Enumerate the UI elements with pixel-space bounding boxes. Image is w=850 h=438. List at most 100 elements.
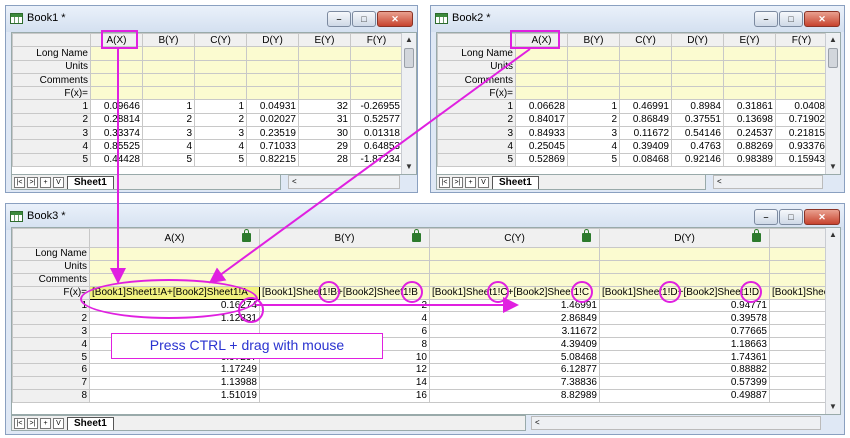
data-cell[interactable]: 12 [259, 363, 430, 377]
row-header[interactable]: 3 [437, 126, 516, 141]
data-cell[interactable]: 0.77665 [599, 324, 770, 339]
label-cell[interactable] [89, 247, 260, 261]
row-header[interactable]: 7 [12, 375, 90, 390]
sheet-tab-sheet1[interactable]: Sheet1 [67, 416, 114, 430]
label-row-header[interactable]: Comments [12, 272, 90, 287]
label-row-header[interactable]: Comments [12, 72, 91, 88]
label-row-header[interactable]: Long Name [12, 46, 91, 61]
data-cell[interactable]: 6.12877 [429, 363, 600, 377]
first-sheet-icon[interactable]: |< [14, 176, 25, 188]
data-cell[interactable]: 0.37551 [671, 112, 724, 128]
data-cell[interactable]: 0.09646 [90, 99, 143, 114]
label-cell[interactable] [671, 46, 724, 61]
label-cell[interactable] [515, 86, 568, 101]
label-cell[interactable] [671, 86, 724, 101]
data-cell[interactable]: 3 [567, 126, 620, 141]
data-cell[interactable]: 5.08468 [429, 350, 600, 365]
data-cell[interactable]: 0.28814 [90, 112, 143, 128]
scroll-thumb[interactable] [828, 48, 838, 68]
column-header[interactable]: F(Y) [775, 33, 828, 48]
data-cell[interactable]: 0.71902 [775, 112, 828, 128]
column-header[interactable]: F(Y) [350, 33, 403, 48]
data-cell[interactable]: 0.8984 [671, 99, 724, 114]
data-cell[interactable]: 0.46991 [619, 99, 672, 114]
row-header[interactable]: 1 [437, 99, 516, 114]
row-header[interactable]: 2 [12, 112, 91, 128]
label-cell[interactable] [567, 86, 620, 101]
data-cell[interactable]: 0.52869 [515, 152, 568, 167]
book2-sheet[interactable]: A(X) B(Y) C(Y) D(Y) E(Y) F(Y) Long Name Units Co… [436, 32, 841, 175]
data-cell[interactable]: 0.64853 [350, 139, 403, 154]
column-header[interactable]: C(Y) [194, 33, 247, 48]
label-cell[interactable] [89, 259, 260, 274]
data-cell[interactable]: 4 [194, 139, 247, 154]
data-cell[interactable]: 0.15943 [775, 152, 828, 167]
close-button[interactable]: ✕ [804, 11, 840, 27]
label-cell[interactable] [567, 46, 620, 61]
first-sheet-icon[interactable]: |< [439, 176, 450, 188]
column-header[interactable]: D(Y) [246, 33, 299, 48]
column-header[interactable]: D(Y) [671, 33, 724, 48]
vertical-scrollbar[interactable]: ▲ ▼ [825, 228, 840, 414]
data-cell[interactable]: 31 [298, 112, 351, 128]
label-cell[interactable] [194, 59, 247, 74]
data-cell[interactable]: 0.39409 [619, 139, 672, 154]
data-cell[interactable]: 0.39578 [599, 311, 770, 326]
label-cell[interactable] [142, 72, 195, 88]
maximize-button[interactable]: □ [779, 209, 803, 225]
data-cell[interactable]: 16 [259, 388, 430, 403]
label-cell[interactable] [723, 59, 776, 74]
data-cell[interactable]: 3 [194, 126, 247, 141]
label-row-header[interactable]: F(x)= [12, 86, 91, 101]
first-sheet-icon[interactable]: |< [14, 417, 25, 429]
label-cell[interactable] [429, 259, 600, 274]
label-cell[interactable] [567, 59, 620, 74]
label-cell[interactable] [298, 46, 351, 61]
scroll-up-icon[interactable]: ▲ [826, 228, 840, 242]
label-cell[interactable] [775, 72, 828, 88]
label-cell[interactable] [350, 46, 403, 61]
data-cell[interactable]: 0.85525 [90, 139, 143, 154]
row-header[interactable]: 5 [12, 152, 91, 167]
row-header[interactable]: 8 [12, 388, 90, 403]
data-cell[interactable]: 3.11672 [429, 324, 600, 339]
data-cell[interactable]: 0.82215 [246, 152, 299, 167]
column-header[interactable]: B(Y) [567, 33, 620, 48]
data-cell[interactable]: 29 [298, 139, 351, 154]
column-header[interactable]: B(Y) [142, 33, 195, 48]
book2-titlebar[interactable]: Book2 * – □ ✕ [431, 6, 844, 32]
data-cell[interactable]: 30 [298, 126, 351, 141]
data-cell[interactable]: -1.87234 [350, 152, 403, 167]
book3-sheet[interactable]: A(X) B(Y) C(Y) D(Y) Long Name Units Comments F(… [11, 227, 841, 415]
column-header[interactable]: A(X) [89, 228, 260, 248]
data-cell[interactable]: -0.26955 [350, 99, 403, 114]
data-cell[interactable]: 0.44428 [90, 152, 143, 167]
label-row-header[interactable]: Long Name [12, 247, 90, 261]
row-header[interactable]: 5 [437, 152, 516, 167]
horizontal-scrollbar[interactable]: < [288, 175, 400, 189]
data-cell[interactable]: 0.88269 [723, 139, 776, 154]
data-cell[interactable]: 0.01318 [350, 126, 403, 141]
data-cell[interactable]: 0.25045 [515, 139, 568, 154]
book2-grid[interactable]: A(X) B(Y) C(Y) D(Y) E(Y) F(Y) Long Name Units Co… [437, 33, 828, 167]
label-cell[interactable] [259, 247, 430, 261]
minimize-button[interactable]: – [754, 11, 778, 27]
label-cell[interactable] [515, 59, 568, 74]
data-cell[interactable]: 0.31861 [723, 99, 776, 114]
vertical-scrollbar[interactable]: ▲ ▼ [825, 33, 840, 174]
column-header[interactable]: C(Y) [429, 228, 600, 248]
data-cell[interactable]: 0.54146 [671, 126, 724, 141]
vertical-scrollbar[interactable]: ▲ ▼ [401, 33, 416, 174]
row-header[interactable]: 4 [437, 139, 516, 154]
label-cell[interactable] [775, 46, 828, 61]
data-cell[interactable]: 1.18663 [599, 337, 770, 352]
label-cell[interactable] [142, 59, 195, 74]
data-cell[interactable]: 28 [298, 152, 351, 167]
minimize-button[interactable]: – [754, 209, 778, 225]
label-cell[interactable] [619, 59, 672, 74]
label-cell[interactable] [90, 72, 143, 88]
label-row-header[interactable]: F(x)= [437, 86, 516, 101]
scroll-down-icon[interactable]: ▼ [402, 160, 416, 174]
data-cell[interactable]: 0.49887 [599, 388, 770, 403]
data-cell[interactable]: 0.06628 [515, 99, 568, 114]
